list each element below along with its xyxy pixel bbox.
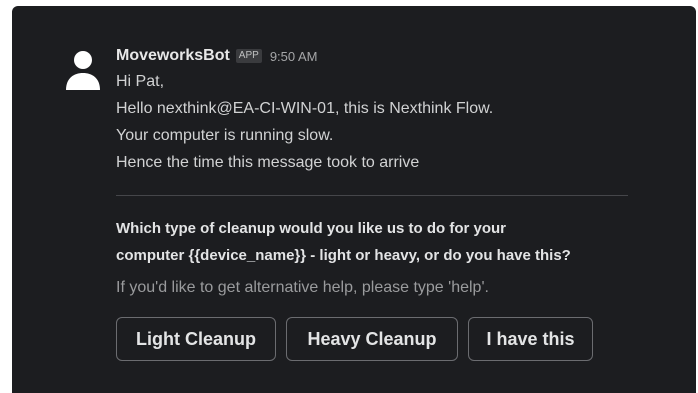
light-cleanup-button[interactable]: Light Cleanup (116, 317, 276, 361)
heavy-cleanup-button[interactable]: Heavy Cleanup (286, 317, 458, 361)
message-line-note: Hence the time this message took to arri… (116, 154, 420, 171)
help-hint: If you'd like to get alternative help, p… (116, 279, 489, 296)
cleanup-question-line1: Which type of cleanup would you like us … (116, 220, 507, 237)
message-body: MoveworksBot APP 9:50 AM Hi Pat, Hello n… (116, 44, 636, 176)
message-line-greeting: Hi Pat, (116, 73, 165, 90)
sender-name[interactable]: MoveworksBot (116, 47, 230, 65)
i-have-this-button[interactable]: I have this (468, 317, 593, 361)
message-line-status: Your computer is running slow. (116, 127, 334, 144)
message-timestamp[interactable]: 9:50 AM (270, 49, 318, 64)
action-buttons: Light Cleanup Heavy Cleanup I have this (116, 317, 593, 361)
message-line-intro: Hello nexthink@EA-CI-WIN-01, this is Nex… (116, 100, 494, 117)
divider (116, 195, 628, 196)
message-panel: MoveworksBot APP 9:50 AM Hi Pat, Hello n… (12, 6, 696, 393)
cleanup-question-line2: computer {{device_name}} - light or heav… (116, 247, 571, 264)
app-badge: APP (235, 49, 262, 63)
user-silhouette-icon[interactable] (64, 48, 102, 94)
message-header: MoveworksBot APP 9:50 AM (116, 44, 636, 68)
cleanup-question: Which type of cleanup would you like us … (116, 215, 646, 269)
